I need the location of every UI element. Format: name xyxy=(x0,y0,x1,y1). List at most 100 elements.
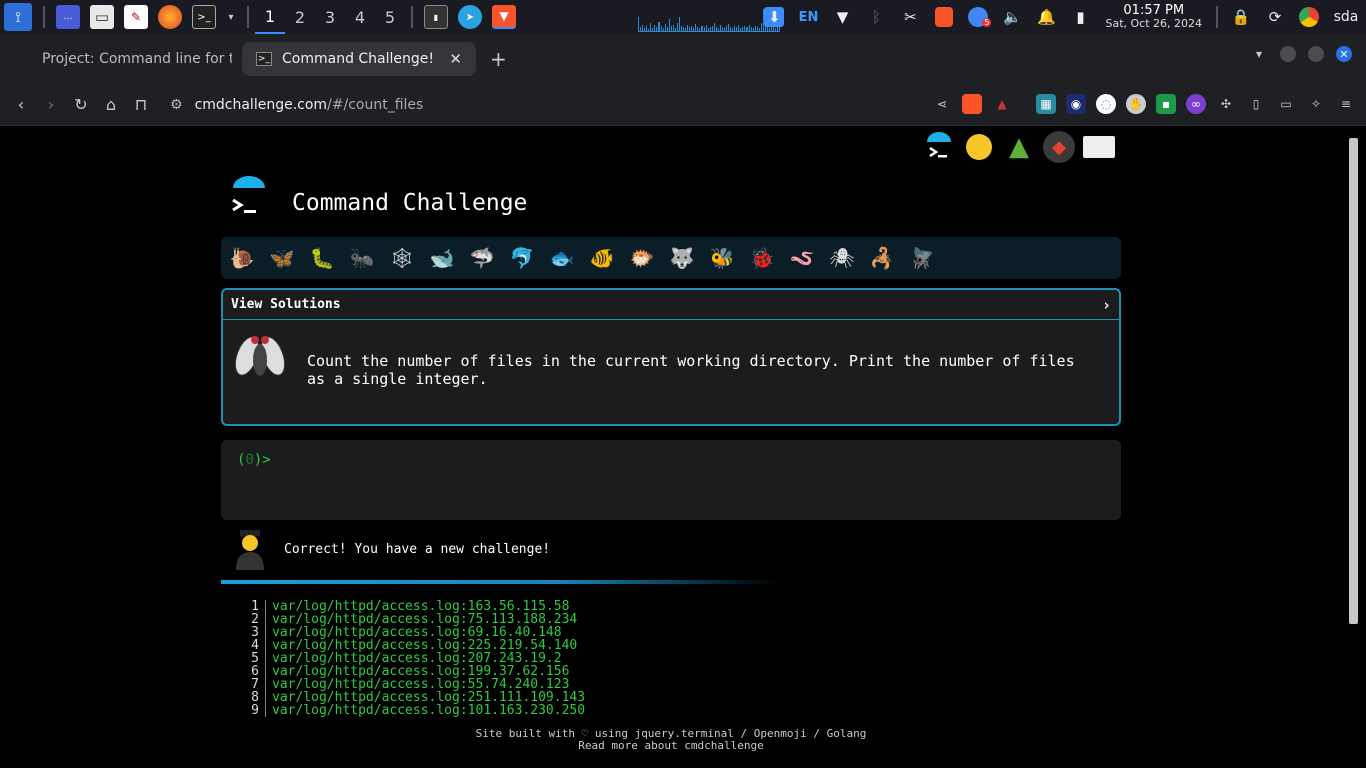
bee-icon[interactable]: 🐝 xyxy=(707,243,737,273)
address-bar[interactable]: ⚙ cmdchallenge.com/#/count_files xyxy=(170,97,423,113)
brave-rewards-icon[interactable]: ▲ xyxy=(992,94,1012,114)
forward-icon[interactable]: › xyxy=(36,95,66,114)
scrollbar-thumb[interactable] xyxy=(1349,138,1358,624)
butterfly-icon[interactable]: 🦋 xyxy=(267,243,297,273)
extension-6-icon[interactable]: ∞ xyxy=(1186,94,1206,114)
graph-bar xyxy=(678,17,680,31)
text-editor-icon[interactable]: ✎ xyxy=(124,5,148,29)
bell-icon[interactable]: 🔔 xyxy=(1029,8,1063,26)
firefox-icon[interactable] xyxy=(158,5,182,29)
site-info-icon[interactable]: ⚙ xyxy=(170,97,183,113)
worm-icon[interactable]: 🪱 xyxy=(787,243,817,273)
graph-bar xyxy=(689,27,691,31)
graph-bar xyxy=(715,27,717,31)
snail-icon[interactable]: 🐌 xyxy=(227,243,257,273)
leo-ai-icon[interactable]: ✧ xyxy=(1306,94,1326,114)
tab-project[interactable]: Project: Command line for th xyxy=(28,42,232,76)
graph-bar xyxy=(648,29,650,31)
extension-4-icon[interactable]: ✋ xyxy=(1126,94,1146,114)
fish-icon[interactable]: 🐟 xyxy=(547,243,577,273)
extension-1-icon[interactable]: ▦ xyxy=(1036,94,1056,114)
bookmark-icon[interactable]: ⊓ xyxy=(126,95,156,114)
telegram-icon[interactable]: ➤ xyxy=(458,5,482,29)
email-icon[interactable] xyxy=(1082,130,1116,164)
tools-icon[interactable]: ✂ xyxy=(893,8,927,26)
prompt-close: )> xyxy=(253,452,271,468)
file-manager-icon[interactable]: ▭ xyxy=(90,5,114,29)
desktop-icon[interactable]: … xyxy=(56,5,80,29)
graph-bar xyxy=(746,27,748,31)
workspace-2[interactable]: 2 xyxy=(285,0,315,34)
ladybug-icon[interactable]: 🐞 xyxy=(747,243,777,273)
emoji-face-icon[interactable] xyxy=(962,130,996,164)
spider-icon[interactable]: 🕷 xyxy=(827,243,857,273)
workspace-3[interactable]: 3 xyxy=(315,0,345,34)
dolphin-icon[interactable]: 🐬 xyxy=(507,243,537,273)
wallet-icon[interactable]: ▭ xyxy=(1276,94,1296,114)
share-icon[interactable]: ⋖ xyxy=(932,94,952,114)
footer: Site built with ♡ using jquery.terminal … xyxy=(0,728,1342,752)
workspace-4[interactable]: 4 xyxy=(345,0,375,34)
notification-app-icon[interactable]: 5 xyxy=(961,7,995,27)
terminal-window-icon[interactable]: ▮ xyxy=(424,5,448,29)
fly-icon[interactable]: 🪰 xyxy=(907,243,937,273)
footer-read-more-link[interactable]: Read more about cmdchallenge xyxy=(0,740,1342,752)
lock-icon[interactable]: 🔒 xyxy=(1224,8,1258,26)
brave-tray-icon[interactable] xyxy=(927,7,961,27)
reload-icon[interactable]: ↻ xyxy=(66,95,96,114)
extension-2-icon[interactable]: ◉ xyxy=(1066,94,1086,114)
gitlab-icon[interactable]: ◆ xyxy=(1042,130,1076,164)
brave-shields-icon[interactable] xyxy=(962,94,982,114)
ant-icon[interactable]: 🐜 xyxy=(347,243,377,273)
tab-command-challenge[interactable]: >_ Command Challenge! ✕ xyxy=(242,42,476,76)
terminal-input[interactable]: (0)> xyxy=(221,440,1121,520)
tropical-fish-icon[interactable]: 🐠 xyxy=(587,243,617,273)
terminal-umbrella-icon[interactable] xyxy=(922,130,956,164)
maximize-button[interactable] xyxy=(1308,46,1324,62)
battery-icon[interactable]: ▮ xyxy=(1063,8,1097,26)
workspace-1[interactable]: 1 xyxy=(255,0,285,34)
whale-icon[interactable]: 🐋 xyxy=(427,243,457,273)
home-icon[interactable]: ⌂ xyxy=(96,95,126,114)
terminal-icon[interactable]: >_ xyxy=(192,5,216,29)
tree-icon[interactable]: ▲ xyxy=(1002,130,1036,164)
spider-web-icon[interactable]: 🕸 xyxy=(387,243,417,273)
scorpion-icon[interactable]: 🦂 xyxy=(867,243,897,273)
keyboard-layout[interactable]: EN xyxy=(791,10,825,25)
blowfish-icon[interactable]: 🐡 xyxy=(627,243,657,273)
extensions-puzzle-icon[interactable]: ✣ xyxy=(1216,94,1236,114)
new-tab-button[interactable]: + xyxy=(490,47,507,71)
chrome-icon[interactable] xyxy=(1292,7,1326,27)
shark-icon[interactable]: 🦈 xyxy=(467,243,497,273)
graph-bar xyxy=(744,26,746,31)
extension-3-icon[interactable]: ◌ xyxy=(1096,94,1116,114)
close-window-button[interactable]: ✕ xyxy=(1336,46,1352,62)
download-icon[interactable]: ⬇ xyxy=(757,7,791,27)
volume-icon[interactable]: 🔈 xyxy=(995,8,1029,26)
clock[interactable]: 01:57 PM Sat, Oct 26, 2024 xyxy=(1105,4,1202,30)
tab-search-icon[interactable]: ▾ xyxy=(1256,47,1262,61)
caterpillar-icon[interactable]: 🐛 xyxy=(307,243,337,273)
chevron-down-icon[interactable]: ▾ xyxy=(226,5,236,29)
kali-menu-icon[interactable]: ⟟ xyxy=(4,3,32,31)
sidebar-icon[interactable]: ▯ xyxy=(1246,94,1266,114)
extension-5-icon[interactable]: ▪ xyxy=(1156,94,1176,114)
wifi-icon[interactable]: ▼ xyxy=(825,8,859,26)
minimize-button[interactable] xyxy=(1280,46,1296,62)
user-name[interactable]: sda xyxy=(1326,9,1366,25)
view-solutions-toggle[interactable]: View Solutions › xyxy=(223,290,1119,320)
brave-icon[interactable]: ▼ xyxy=(492,5,516,29)
graph-bar xyxy=(713,23,715,31)
menu-icon[interactable]: ≡ xyxy=(1336,94,1356,114)
graph-bar xyxy=(656,27,658,31)
bluetooth-icon[interactable]: ᛒ xyxy=(859,8,893,26)
back-icon[interactable]: ‹ xyxy=(6,95,36,114)
close-tab-icon[interactable]: ✕ xyxy=(449,50,462,68)
logout-icon[interactable]: ⟳ xyxy=(1258,8,1292,26)
graph-bar xyxy=(642,25,644,31)
graph-bar xyxy=(707,28,709,31)
graph-bar xyxy=(738,25,740,31)
page-scrollbar[interactable] xyxy=(1342,126,1366,768)
wolf-icon[interactable]: 🐺 xyxy=(667,243,697,273)
workspace-5[interactable]: 5 xyxy=(375,0,405,34)
